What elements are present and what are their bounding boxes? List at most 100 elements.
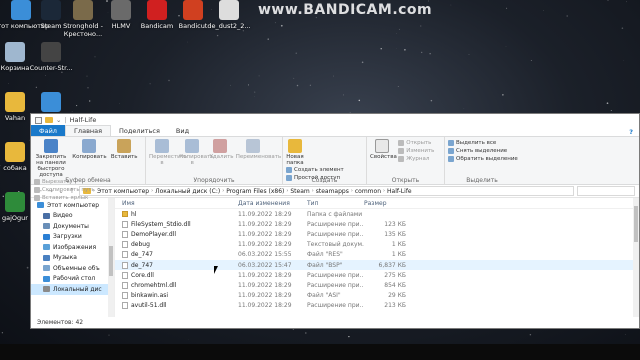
- nav-item-3d-objects[interactable]: Объемные объ: [31, 263, 114, 274]
- file-date-cell: 11.09.2022 18:29: [238, 302, 292, 310]
- file-icon: [219, 0, 239, 20]
- file-row[interactable]: FileSystem_Stdio.dll 11.09.2022 18:29 Расш…: [115, 219, 639, 229]
- file-row[interactable]: chromehtml.dll 11.09.2022 18:29 Расширение…: [115, 280, 639, 290]
- nav-item-music[interactable]: Музыка: [31, 253, 114, 264]
- new-folder-button[interactable]: Новая папка: [286, 139, 304, 166]
- star: [361, 61, 364, 64]
- copy-to-button[interactable]: Копировать в: [179, 139, 214, 166]
- edit-button[interactable]: Изменить: [398, 147, 434, 155]
- file-size-cell: 135 КБ: [384, 230, 406, 238]
- breadcrumb-item[interactable]: Локальный диск (C:): [155, 188, 220, 195]
- file-row[interactable]: debug 11.09.2022 18:29 Текстовый докум... 1…: [115, 240, 639, 250]
- invert-selection-button[interactable]: Обратить выделение: [448, 155, 518, 163]
- tab-home[interactable]: Главная: [64, 125, 112, 136]
- breadcrumb[interactable]: › Этот компьютер › Локальный диск (C:) › P…: [79, 186, 574, 196]
- tab-view[interactable]: Вид: [168, 126, 197, 136]
- breadcrumb-item[interactable]: Этот компьютер: [97, 188, 149, 195]
- new-item-button[interactable]: Создать элемент: [286, 166, 344, 174]
- star: [606, 102, 609, 105]
- select-all-button[interactable]: Выделить все: [448, 139, 516, 147]
- properties-button[interactable]: Свойства: [370, 139, 397, 160]
- scrollbar-thumb[interactable]: [109, 246, 113, 276]
- computer-icon: [37, 202, 44, 209]
- nav-item-this-pc[interactable]: Этот компьютер: [31, 200, 114, 211]
- delete-icon: [213, 139, 228, 153]
- copy-to-icon: [185, 139, 200, 153]
- help-icon[interactable]: ?: [629, 128, 633, 136]
- star: [280, 24, 283, 27]
- move-to-button[interactable]: Переместить в: [149, 139, 187, 166]
- column-header-size[interactable]: Размер: [364, 200, 406, 207]
- rename-button[interactable]: Переименовать: [236, 139, 281, 160]
- desktop-icon-image[interactable]: [22, 92, 80, 114]
- quick-access-properties-icon[interactable]: [35, 116, 42, 124]
- breadcrumb-item[interactable]: Program Files (x86): [226, 188, 284, 195]
- explorer-window: ⌄ | Half-Life Файл Главная Поделиться Ви…: [30, 113, 640, 329]
- breadcrumb-item[interactable]: Half-Life: [387, 188, 412, 195]
- file-row[interactable]: de_747 06.03.2022 15:47 Файл "BSP" 6,837 КБ: [115, 259, 639, 271]
- star: [358, 99, 361, 102]
- file-list-scrollbar[interactable]: [633, 198, 639, 317]
- nav-item-pictures[interactable]: Изображения: [31, 242, 114, 253]
- desktop-icon-de-dust2[interactable]: de_dust2_2...: [200, 0, 258, 30]
- column-header-type[interactable]: Тип: [307, 200, 364, 207]
- history-button[interactable]: Журнал: [398, 155, 434, 163]
- column-header-date[interactable]: Дата изменения: [238, 200, 307, 207]
- file-date-cell: 11.09.2022 18:29: [238, 230, 292, 238]
- breadcrumb-item[interactable]: steamapps: [316, 188, 349, 195]
- column-headers: Имя Дата изменения Тип Размер: [115, 198, 639, 209]
- file-date-cell: 11.09.2022 18:29: [238, 271, 292, 279]
- nav-item-local-disk[interactable]: Локальный дис: [31, 284, 114, 295]
- file-row[interactable]: binkawin.asi 11.09.2022 18:29 Файл "ASI" 29…: [115, 291, 639, 301]
- tab-file[interactable]: Файл: [31, 125, 65, 136]
- nav-item-desktop[interactable]: Рабочий стол: [31, 274, 114, 285]
- nav-item-downloads[interactable]: Загрузки: [31, 232, 114, 243]
- star: [398, 28, 400, 30]
- navigation-pane: Этот компьютер Видео Документы Загрузки …: [31, 198, 115, 317]
- open-icon: [398, 140, 405, 146]
- file-row[interactable]: hl 11.09.2022 18:29 Папка с файлами: [115, 209, 639, 219]
- column-header-name[interactable]: Имя: [115, 200, 238, 207]
- desktop-icon: [43, 275, 50, 282]
- group-label: Упорядочить: [193, 177, 235, 184]
- nav-item-videos[interactable]: Видео: [31, 211, 114, 222]
- copy-button[interactable]: Копировать: [72, 139, 107, 160]
- pin-quick-access-button[interactable]: Закрепить на панели быстрого доступа: [34, 139, 68, 178]
- delete-button[interactable]: Удалить: [209, 139, 234, 160]
- paste-button[interactable]: Вставить: [111, 139, 137, 160]
- tab-share[interactable]: Поделиться: [111, 126, 168, 136]
- quick-access-new-folder-icon[interactable]: [45, 117, 53, 123]
- mouse-cursor-icon: [214, 266, 218, 274]
- quick-access-dropdown-icon[interactable]: ⌄: [56, 116, 61, 124]
- file-row[interactable]: avutil-51.dll 11.09.2022 18:29 Расширение …: [115, 301, 639, 311]
- star: [430, 99, 433, 102]
- file-size-cell: 213 КБ: [384, 302, 406, 310]
- desktop-icon-counter-strike[interactable]: Counter-Str...: [22, 42, 80, 72]
- star: [45, 75, 46, 76]
- breadcrumb-item[interactable]: Steam: [290, 188, 309, 195]
- bandicam-watermark: www.BANDICAM.com: [258, 2, 433, 18]
- downloads-icon: [43, 233, 50, 240]
- select-none-button[interactable]: Снять выделение: [448, 147, 516, 155]
- file-name-cell: DemoPlayer.dll: [115, 230, 238, 238]
- file-row[interactable]: de_747 06.03.2022 15:55 Файл "RES" 1 КБ: [115, 250, 639, 260]
- properties-icon: [375, 139, 389, 153]
- breadcrumb-item[interactable]: common: [355, 188, 381, 195]
- open-button[interactable]: Открыть: [398, 139, 434, 147]
- star: [87, 87, 89, 89]
- file-row[interactable]: DemoPlayer.dll 11.09.2022 18:29 Расширение…: [115, 229, 639, 239]
- group-label: Открыть: [391, 177, 420, 184]
- file-name-cell: avutil-51.dll: [115, 302, 238, 310]
- select-none-icon: [448, 148, 454, 154]
- star: [421, 51, 423, 54]
- nav-item-documents[interactable]: Документы: [31, 221, 114, 232]
- desktop-icon-label: собака: [3, 164, 27, 172]
- scrollbar-thumb[interactable]: [634, 206, 638, 242]
- search-input[interactable]: [577, 186, 635, 196]
- star: [187, 41, 188, 43]
- star: [621, 27, 624, 29]
- nav-scrollbar[interactable]: [108, 198, 114, 317]
- file-row[interactable]: Core.dll 11.09.2022 18:29 Расширение при..…: [115, 270, 639, 280]
- copy-path-button[interactable]: Скопировать путь: [34, 186, 95, 194]
- star: [296, 84, 299, 87]
